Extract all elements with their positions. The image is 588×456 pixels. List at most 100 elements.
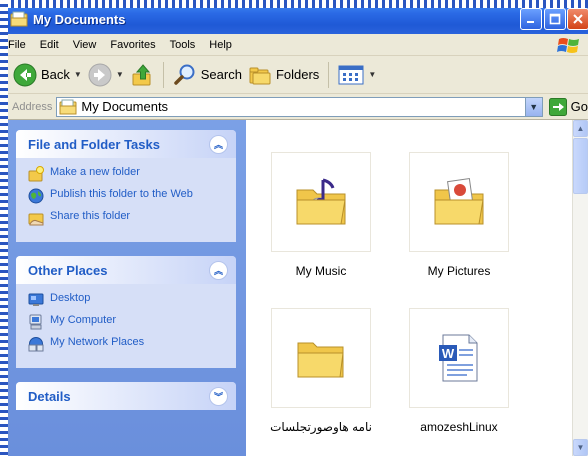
file-view: My Music My Pictures نامه هاوصورتجلسات W…	[246, 120, 572, 456]
close-button[interactable]	[567, 8, 588, 30]
back-button[interactable]: Back ▼	[10, 60, 85, 90]
menu-edit[interactable]: Edit	[40, 39, 59, 51]
menu-favorites[interactable]: Favorites	[110, 39, 155, 51]
task-pane: File and Folder Tasks ︽ Make a new folde…	[4, 120, 246, 456]
globe-icon	[28, 188, 44, 204]
address-value: My Documents	[81, 99, 169, 114]
explorer-window: My Documents File Edit View Favorites To…	[4, 4, 588, 456]
address-field[interactable]: My Documents ▼	[56, 96, 543, 117]
go-label: Go	[570, 99, 588, 114]
task-publish-to-web[interactable]: Publish this folder to the Web	[28, 188, 226, 204]
search-icon	[174, 64, 195, 85]
file-thumbnail: W	[409, 308, 509, 408]
file-name: My Pictures	[427, 264, 491, 278]
address-bar: Address My Documents ▼ Go	[4, 94, 588, 120]
views-button[interactable]: ▼	[335, 60, 379, 90]
back-arrow-icon	[13, 63, 37, 86]
windows-logo-icon	[557, 38, 579, 53]
file-name: نامه هاوصورتجلسات	[270, 420, 372, 434]
collapse-chevron-icon[interactable]: ︽	[209, 134, 228, 154]
search-label: Search	[200, 67, 242, 82]
back-label: Back	[41, 67, 70, 82]
file-item-my-music[interactable]: My Music	[266, 152, 376, 278]
menu-tools[interactable]: Tools	[170, 39, 196, 51]
file-item-amozesh-linux[interactable]: W amozeshLinux	[404, 308, 514, 434]
folders-icon	[249, 67, 271, 84]
file-thumbnail	[271, 152, 371, 252]
menu-view[interactable]: View	[73, 39, 97, 51]
file-folder-tasks-header[interactable]: File and Folder Tasks ︽	[16, 130, 236, 158]
pictures-folder-icon	[434, 178, 484, 225]
toolbar-separator	[162, 61, 164, 88]
collapse-chevron-icon[interactable]: ︽	[209, 260, 228, 280]
file-name: amozeshLinux	[420, 420, 498, 434]
menu-help[interactable]: Help	[209, 39, 232, 51]
details-header[interactable]: Details ︾	[16, 382, 236, 410]
file-thumbnail	[271, 308, 371, 408]
other-places-header[interactable]: Other Places ︽	[16, 256, 236, 284]
task-label: My Computer	[50, 314, 117, 326]
toolbar-separator	[328, 61, 330, 88]
search-button[interactable]: Search	[170, 60, 245, 90]
task-label: Publish this folder to the Web	[50, 188, 193, 200]
file-name: My Music	[295, 264, 347, 278]
torn-edge-left	[0, 0, 8, 456]
go-button[interactable]: Go	[548, 97, 588, 116]
forward-dropdown-icon[interactable]: ▼	[116, 70, 124, 79]
folders-button[interactable]: Folders	[245, 60, 322, 90]
menu-file[interactable]: File	[8, 39, 26, 51]
menu-bar: File Edit View Favorites Tools Help	[4, 34, 588, 56]
title-bar[interactable]: My Documents	[4, 4, 588, 34]
go-arrow-icon	[548, 97, 567, 116]
music-folder-icon	[296, 178, 346, 225]
place-my-computer[interactable]: My Computer	[28, 314, 226, 330]
up-folder-button[interactable]	[127, 60, 157, 90]
task-label: Desktop	[50, 292, 91, 304]
place-desktop[interactable]: Desktop	[28, 292, 226, 308]
minimize-icon	[527, 21, 534, 23]
file-folder-tasks-panel: File and Folder Tasks ︽ Make a new folde…	[16, 130, 236, 242]
views-dropdown-icon[interactable]: ▼	[368, 70, 376, 79]
scroll-up-icon[interactable]: ▲	[573, 120, 588, 137]
up-folder-icon	[132, 63, 151, 85]
new-folder-icon	[28, 166, 44, 182]
svg-text:W: W	[442, 346, 455, 361]
forward-arrow-icon	[88, 63, 112, 86]
vertical-scrollbar[interactable]: ▲ ▼	[572, 120, 588, 456]
panel-title: Other Places	[28, 262, 108, 278]
other-places-panel: Other Places ︽ Desktop My Computer My Ne…	[16, 256, 236, 368]
my-documents-icon	[10, 11, 28, 27]
task-label: My Network Places	[50, 336, 145, 348]
scroll-thumb[interactable]	[573, 138, 588, 194]
task-make-new-folder[interactable]: Make a new folder	[28, 166, 226, 182]
forward-button[interactable]: ▼	[85, 60, 127, 90]
file-thumbnail	[409, 152, 509, 252]
expand-chevron-icon[interactable]: ︾	[209, 386, 228, 406]
close-icon	[573, 14, 583, 24]
minimize-button[interactable]	[520, 8, 542, 30]
desktop-icon	[28, 293, 44, 306]
folders-label: Folders	[275, 67, 320, 82]
task-label: Share this folder	[50, 210, 131, 222]
maximize-icon	[549, 13, 561, 25]
torn-edge-top	[0, 0, 588, 8]
folder-icon	[297, 342, 344, 378]
word-document-icon: W	[439, 334, 478, 382]
panel-title: File and Folder Tasks	[28, 136, 160, 152]
address-dropdown-icon[interactable]: ▼	[524, 97, 542, 116]
task-share-folder[interactable]: Share this folder	[28, 210, 226, 226]
panel-title: Details	[28, 388, 71, 404]
views-icon	[338, 65, 364, 84]
share-folder-icon	[28, 213, 44, 226]
scroll-down-icon[interactable]: ▼	[573, 439, 588, 456]
maximize-button[interactable]	[544, 8, 566, 30]
standard-toolbar: Back ▼ ▼ Search Folders ▼	[4, 56, 588, 94]
task-label: Make a new folder	[50, 166, 140, 178]
address-label: Address	[12, 100, 53, 113]
file-item-my-pictures[interactable]: My Pictures	[404, 152, 514, 278]
window-title: My Documents	[33, 11, 126, 27]
place-my-network-places[interactable]: My Network Places	[28, 336, 226, 352]
file-item-persian-folder[interactable]: نامه هاوصورتجلسات	[266, 308, 376, 434]
details-panel: Details ︾	[16, 382, 236, 410]
back-dropdown-icon[interactable]: ▼	[74, 70, 82, 79]
